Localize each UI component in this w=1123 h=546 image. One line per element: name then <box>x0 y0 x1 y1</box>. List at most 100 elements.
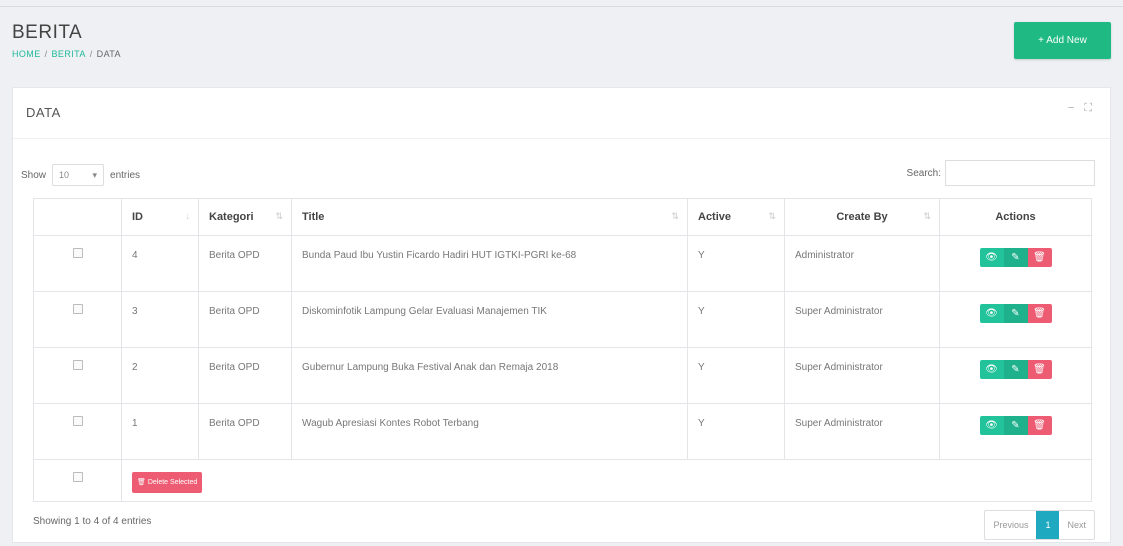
sort-icon: ⇅ <box>923 211 931 221</box>
delete-icon[interactable]: 🗑 <box>1027 248 1052 267</box>
length-value: 10 <box>59 170 70 180</box>
sort-icon: ⇅ <box>275 211 283 221</box>
entries-label: entries <box>110 169 141 181</box>
cell-id: 1 <box>121 403 199 460</box>
trash-icon: 🗑 <box>137 479 146 486</box>
cell-create-by: Super Administrator <box>784 291 940 348</box>
cell-id: 3 <box>121 291 199 348</box>
column-title-label: Title <box>302 211 325 223</box>
cell-active: Y <box>687 291 785 348</box>
sort-icon: ↓ <box>185 211 191 221</box>
breadcrumb-separator: / <box>89 49 93 59</box>
table-row: 2 Berita OPD Gubernur Lampung Buka Festi… <box>33 347 1092 404</box>
breadcrumb-berita[interactable]: BERITA <box>52 49 86 59</box>
delete-icon[interactable]: 🗑 <box>1027 416 1052 435</box>
caret-down-icon: ▾ <box>92 169 98 180</box>
search-control: Search: <box>907 160 1095 186</box>
page-button-1[interactable]: 1 <box>1036 511 1060 539</box>
row-select-cell <box>33 403 122 460</box>
view-icon[interactable]: 👁 <box>979 360 1004 379</box>
column-actions: Actions <box>939 198 1092 236</box>
column-title[interactable]: Title ⇅ <box>291 198 688 236</box>
row-checkbox[interactable] <box>72 360 83 370</box>
column-active-label: Active <box>698 211 732 223</box>
cell-title: Wagub Apresiasi Kontes Robot Terbang <box>291 403 688 460</box>
view-icon[interactable]: 👁 <box>979 304 1004 323</box>
cell-active: Y <box>687 235 785 292</box>
row-checkbox[interactable] <box>72 304 83 314</box>
card-divider <box>13 138 1110 139</box>
fullscreen-icon[interactable]: ⛶ <box>1084 102 1092 115</box>
cell-title: Bunda Paud Ibu Yustin Ficardo Hadiri HUT… <box>291 235 688 292</box>
cell-actions: 👁 ✎ 🗑 <box>939 347 1092 404</box>
show-label: Show <box>21 169 47 181</box>
cell-actions: 👁 ✎ 🗑 <box>939 235 1092 292</box>
breadcrumb-separator: / <box>44 49 48 59</box>
page-title: BERITA <box>12 22 83 43</box>
cell-active: Y <box>687 403 785 460</box>
card-title: DATA <box>26 105 61 120</box>
edit-icon[interactable]: ✎ <box>1003 416 1028 435</box>
pagination: Previous 1 Next <box>984 510 1095 540</box>
cell-kategori: Berita OPD <box>198 347 292 404</box>
length-select[interactable]: 10 ▾ <box>52 164 105 186</box>
data-card: DATA − ⛶ Show 10 ▾ entries Search: ID ↓ K… <box>12 87 1111 543</box>
cell-create-by: Super Administrator <box>784 403 940 460</box>
cell-create-by: Super Administrator <box>784 347 940 404</box>
column-create-by-label: Create By <box>836 211 888 223</box>
cell-kategori: Berita OPD <box>198 291 292 348</box>
length-control: Show 10 ▾ entries <box>21 164 140 186</box>
cell-kategori: Berita OPD <box>198 403 292 460</box>
column-id[interactable]: ID ↓ <box>121 198 199 236</box>
column-kategori-label: Kategori <box>209 211 254 223</box>
bulk-actions-cell: 🗑 Delete Selected <box>121 459 1092 502</box>
sort-icon: ⇅ <box>768 211 776 221</box>
view-icon[interactable]: 👁 <box>979 248 1004 267</box>
table-footer-row: 🗑 Delete Selected <box>33 459 1092 502</box>
cell-title: Gubernur Lampung Buka Festival Anak dan … <box>291 347 688 404</box>
page-header: BERITA HOME / BERITA / DATA + Add New <box>0 0 1123 82</box>
top-divider <box>0 6 1123 7</box>
row-checkbox[interactable] <box>72 248 83 258</box>
column-kategori[interactable]: Kategori ⇅ <box>198 198 292 236</box>
cell-kategori: Berita OPD <box>198 235 292 292</box>
search-label: Search: <box>906 167 941 179</box>
next-button[interactable]: Next <box>1059 511 1094 539</box>
cell-create-by: Administrator <box>784 235 940 292</box>
edit-icon[interactable]: ✎ <box>1003 248 1028 267</box>
table-row: 3 Berita OPD Diskominfotik Lampung Gelar… <box>33 291 1092 348</box>
column-create-by[interactable]: Create By ⇅ <box>784 198 940 236</box>
table-row: 4 Berita OPD Bunda Paud Ibu Yustin Ficar… <box>33 235 1092 292</box>
delete-selected-button[interactable]: 🗑 Delete Selected <box>132 472 203 493</box>
add-new-button[interactable]: + Add New <box>1014 22 1111 59</box>
row-checkbox[interactable] <box>72 416 83 426</box>
edit-icon[interactable]: ✎ <box>1003 304 1028 323</box>
cell-active: Y <box>687 347 785 404</box>
column-active[interactable]: Active ⇅ <box>687 198 785 236</box>
table-info: Showing 1 to 4 of 4 entries <box>33 516 152 527</box>
select-all-cell <box>33 459 122 502</box>
table-header-row: ID ↓ Kategori ⇅ Title ⇅ Active ⇅ Create By ⇅ … <box>33 198 1092 236</box>
column-id-label: ID <box>132 211 143 223</box>
cell-actions: 👁 ✎ 🗑 <box>939 291 1092 348</box>
previous-button[interactable]: Previous <box>985 511 1036 539</box>
row-select-cell <box>33 235 122 292</box>
breadcrumb-current: DATA <box>96 49 121 59</box>
view-icon[interactable]: 👁 <box>979 416 1004 435</box>
breadcrumb: HOME / BERITA / DATA <box>12 49 121 59</box>
minimize-icon[interactable]: − <box>1068 102 1074 115</box>
table-row: 1 Berita OPD Wagub Apresiasi Kontes Robo… <box>33 403 1092 460</box>
breadcrumb-home[interactable]: HOME <box>12 49 41 59</box>
delete-icon[interactable]: 🗑 <box>1027 360 1052 379</box>
cell-id: 2 <box>121 347 199 404</box>
search-input[interactable] <box>945 160 1095 186</box>
select-all-checkbox[interactable] <box>72 472 83 482</box>
column-select <box>33 198 122 236</box>
cell-actions: 👁 ✎ 🗑 <box>939 403 1092 460</box>
cell-title: Diskominfotik Lampung Gelar Evaluasi Man… <box>291 291 688 348</box>
delete-selected-label: Delete Selected <box>147 479 198 486</box>
card-tools: − ⛶ <box>1068 102 1092 115</box>
delete-icon[interactable]: 🗑 <box>1027 304 1052 323</box>
data-table: ID ↓ Kategori ⇅ Title ⇅ Active ⇅ Create By ⇅ … <box>33 198 1092 502</box>
edit-icon[interactable]: ✎ <box>1003 360 1028 379</box>
